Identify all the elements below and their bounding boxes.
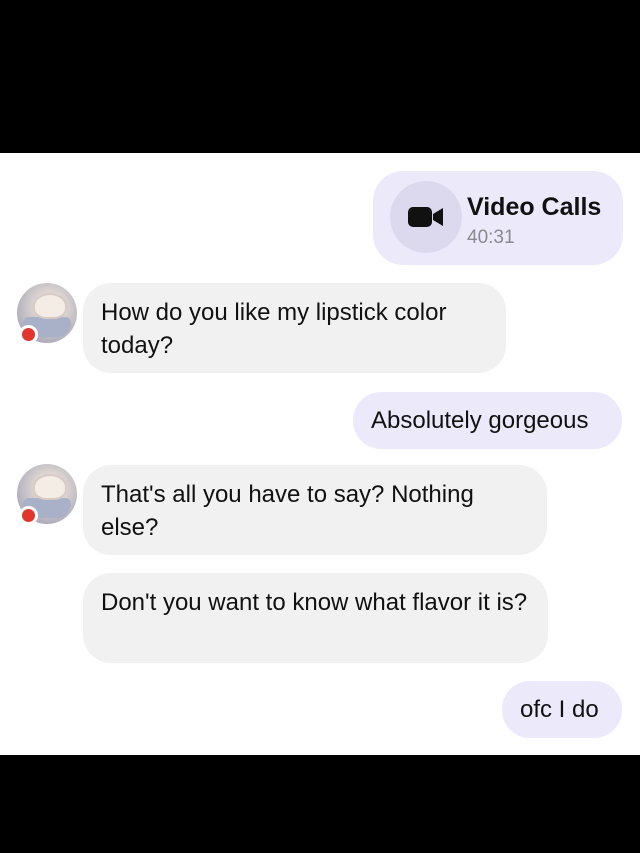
top-black-bar (0, 0, 640, 153)
contact-avatar[interactable] (17, 283, 77, 344)
incoming-message[interactable]: How do you like my lipstick color today? (83, 283, 506, 373)
bottom-black-bar (0, 755, 640, 853)
video-call-message[interactable]: Video Calls 40:31 (373, 171, 623, 265)
incoming-message[interactable]: Don't you want to know what flavor it is… (83, 573, 548, 663)
video-call-icon-circle[interactable] (390, 181, 462, 253)
chat-thread[interactable]: Video Calls 40:31 How do you like my lip… (0, 153, 640, 755)
status-dot (19, 506, 38, 525)
video-call-title: Video Calls (467, 193, 602, 221)
video-camera-icon (408, 207, 443, 227)
avatar-hands (33, 474, 67, 500)
status-dot (19, 325, 38, 344)
contact-avatar[interactable] (17, 464, 77, 525)
incoming-message[interactable]: That's all you have to say? Nothing else… (83, 465, 547, 555)
outgoing-message[interactable]: ofc I do (502, 681, 622, 738)
avatar-hands (33, 293, 67, 319)
video-call-duration: 40:31 (467, 227, 515, 248)
outgoing-message[interactable]: Absolutely gorgeous (353, 392, 622, 449)
